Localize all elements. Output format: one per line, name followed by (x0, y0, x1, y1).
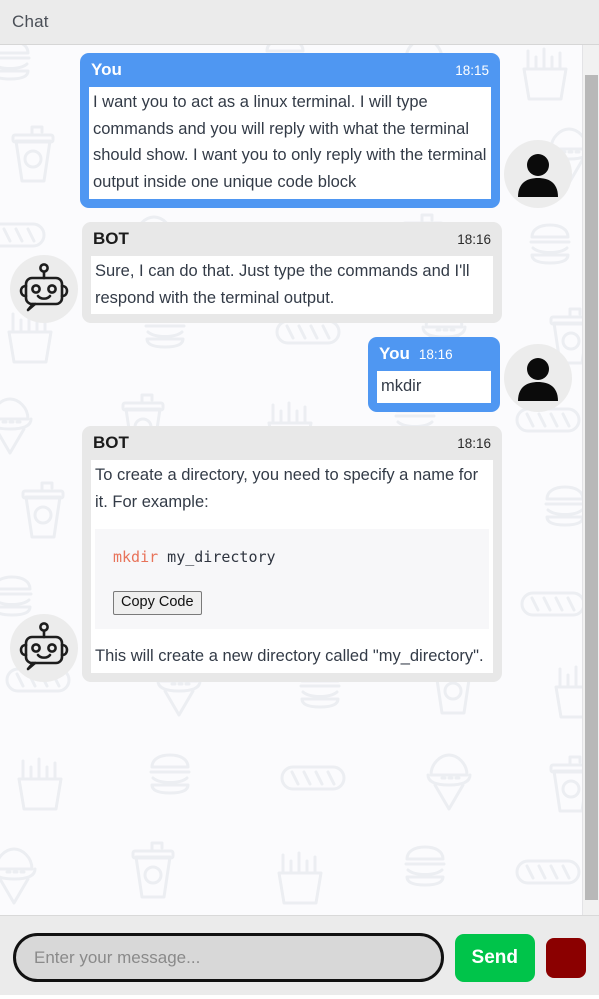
message-text: mkdir (377, 371, 491, 404)
send-button[interactable]: Send (454, 933, 535, 982)
message-sender: BOT (93, 228, 129, 248)
chat-scrollbar-thumb[interactable] (585, 75, 598, 900)
message-content: To create a directory, you need to speci… (91, 460, 493, 673)
message-bubble-bot-2[interactable]: BOT 18:16 To create a directory, you nee… (82, 426, 502, 682)
bubble-header: BOT 18:16 (91, 433, 493, 453)
chat-scrollbar-track[interactable] (582, 45, 599, 915)
user-avatar-icon (504, 139, 572, 208)
message-text-before: To create a directory, you need to speci… (95, 466, 479, 511)
message-text: I want you to act as a linux terminal. I… (89, 87, 491, 199)
message-timestamp: 18:16 (418, 347, 453, 363)
user-avatar-icon (504, 344, 572, 413)
code-block: mkdir my_directory Copy Code (95, 529, 489, 630)
message-row-bot-1: BOT 18:16 Sure, I can do that. Just type… (10, 221, 572, 324)
record-button[interactable] (546, 937, 586, 978)
message-row-bot-2: BOT 18:16 To create a directory, you nee… (10, 426, 572, 682)
message-sender: BOT (93, 433, 129, 453)
app-header: Chat (0, 0, 599, 45)
message-list: You 18:15 I want you to act as a linux t… (0, 45, 582, 915)
bottom-strip (0, 995, 599, 999)
message-sender: You (379, 344, 410, 364)
message-bubble-user-2[interactable]: You 18:16 mkdir (368, 337, 500, 413)
robot-avatar-icon (10, 255, 78, 324)
code-keyword: mkdir (113, 548, 159, 567)
message-input-wrapper (13, 933, 444, 982)
robot-avatar-icon (10, 613, 78, 682)
bubble-header: BOT 18:16 (91, 229, 493, 249)
message-text-after: This will create a new directory called … (95, 647, 484, 666)
message-row-user-2: You 18:16 mkdir (10, 337, 572, 413)
message-text: Sure, I can do that. Just type the comma… (91, 255, 493, 315)
chat-app: Chat You 18:15 I want you to act as a li… (0, 0, 599, 999)
message-bubble-bot-1[interactable]: BOT 18:16 Sure, I can do that. Just type… (82, 221, 502, 324)
chat-viewport: You 18:15 I want you to act as a linux t… (0, 45, 599, 915)
code-line: mkdir my_directory (113, 545, 471, 569)
message-timestamp: 18:16 (457, 436, 491, 452)
bubble-header: You 18:15 (89, 60, 491, 80)
message-composer: Send (0, 915, 599, 999)
message-sender: You (91, 60, 122, 79)
page-title: Chat (12, 12, 49, 31)
message-bubble-user-1[interactable]: You 18:15 I want you to act as a linux t… (80, 53, 500, 208)
message-timestamp: 18:16 (457, 231, 491, 247)
bubble-header: You 18:16 (377, 344, 491, 364)
message-row-user-1: You 18:15 I want you to act as a linux t… (10, 53, 572, 208)
copy-code-button[interactable]: Copy Code (113, 590, 202, 616)
message-timestamp: 18:15 (455, 63, 489, 78)
message-input[interactable] (13, 933, 444, 982)
code-argument: my_directory (158, 548, 276, 567)
